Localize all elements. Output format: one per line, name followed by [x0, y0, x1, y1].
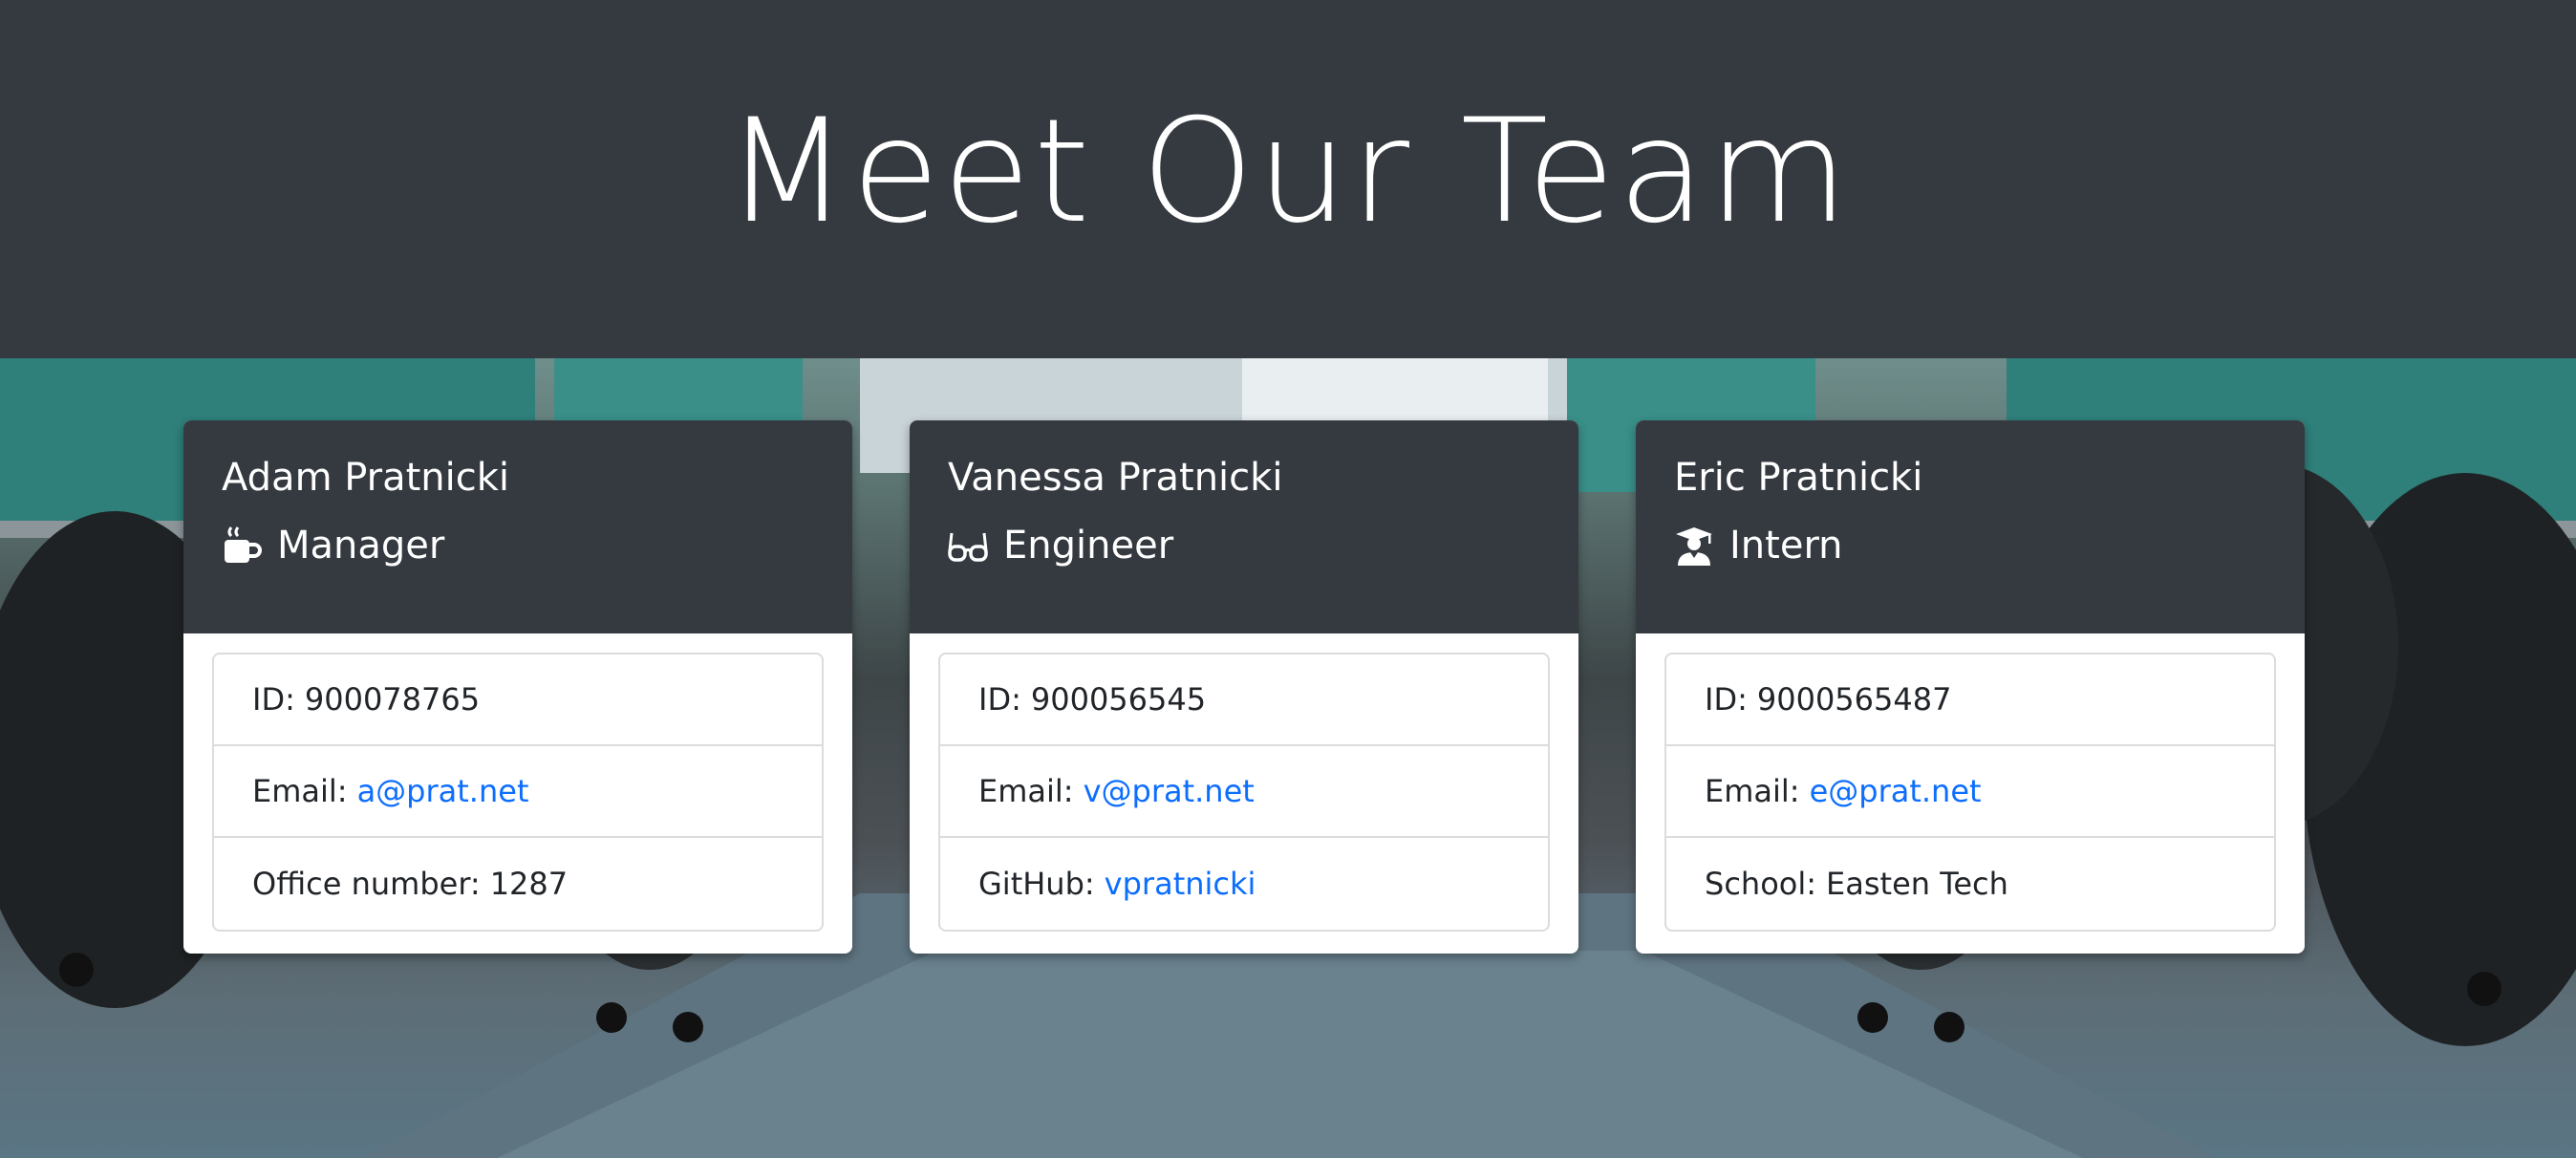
team-card-manager: Adam Pratnicki Manager ID: 900078765 Ema… — [183, 420, 852, 954]
id-label: ID: — [978, 681, 1021, 718]
office-number-value: 1287 — [489, 866, 569, 902]
list-item-email: Email: e@prat.net — [1666, 746, 2274, 838]
employee-name: Vanessa Pratnicki — [948, 456, 1283, 500]
id-label: ID: — [252, 681, 295, 718]
list-item-id: ID: 9000565487 — [1666, 654, 2274, 746]
team-card-intern: Eric Pratnicki Intern ID: 9000565487 Ema… — [1636, 420, 2305, 954]
school-value: Easten Tech — [1826, 866, 2008, 902]
id-value: 900078765 — [304, 681, 481, 718]
github-label: GitHub: — [978, 866, 1095, 902]
list-item-office-number: Office number: 1287 — [214, 838, 822, 930]
employee-role: Engineer — [948, 525, 1540, 566]
employee-role: Manager — [222, 525, 814, 566]
role-label: Engineer — [1003, 524, 1174, 568]
team-card-engineer: Vanessa Pratnicki Engineer ID: 900056545… — [910, 420, 1578, 954]
id-value: 900056545 — [1030, 681, 1207, 718]
employee-details-list: ID: 900056545 Email: v@prat.net GitHub: … — [938, 653, 1550, 932]
list-item-email: Email: v@prat.net — [940, 746, 1548, 838]
employee-name: Adam Pratnicki — [222, 456, 510, 500]
coffee-mug-icon — [225, 526, 262, 563]
office-number-label: Office number: — [252, 866, 481, 902]
email-label: Email: — [978, 773, 1074, 809]
employee-role: Intern — [1674, 525, 2266, 566]
email-link[interactable]: a@prat.net — [357, 773, 529, 809]
github-link[interactable]: vpratnicki — [1105, 866, 1256, 902]
employee-name: Eric Pratnicki — [1674, 456, 1923, 500]
employee-details-list: ID: 900078765 Email: a@prat.net Office n… — [212, 653, 824, 932]
list-item-github: GitHub: vpratnicki — [940, 838, 1548, 930]
email-label: Email: — [252, 773, 348, 809]
list-item-id: ID: 900078765 — [214, 654, 822, 746]
email-link[interactable]: v@prat.net — [1084, 773, 1255, 809]
school-label: School: — [1705, 866, 1817, 902]
role-label: Manager — [277, 524, 445, 568]
employee-details-list: ID: 9000565487 Email: e@prat.net School:… — [1664, 653, 2276, 932]
email-link[interactable]: e@prat.net — [1810, 773, 1982, 809]
id-label: ID: — [1705, 681, 1748, 718]
glasses-icon — [948, 532, 988, 562]
role-label: Intern — [1729, 524, 1843, 568]
list-item-id: ID: 900056545 — [940, 654, 1548, 746]
graduate-icon — [1676, 527, 1712, 566]
page-header: Meet Our Team — [0, 0, 2576, 358]
card-header: Vanessa Pratnicki Engineer — [910, 420, 1578, 633]
list-item-school: School: Easten Tech — [1666, 838, 2274, 930]
page-title: Meet Our Team — [724, 88, 1852, 255]
card-header: Eric Pratnicki Intern — [1636, 420, 2305, 633]
email-label: Email: — [1705, 773, 1800, 809]
id-value: 9000565487 — [1756, 681, 1952, 718]
card-header: Adam Pratnicki Manager — [183, 420, 852, 633]
list-item-email: Email: a@prat.net — [214, 746, 822, 838]
